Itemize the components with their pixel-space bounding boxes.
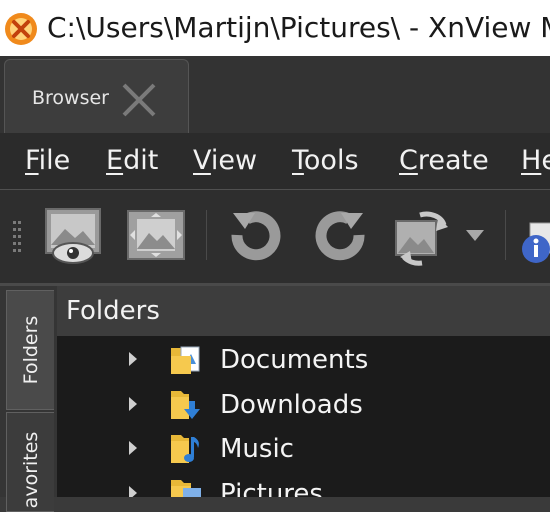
menu-edit[interactable]: Edit bbox=[106, 145, 158, 176]
chevron-down-icon[interactable] bbox=[458, 205, 492, 267]
menu-mnemonic: E bbox=[106, 145, 124, 176]
expand-arrow-icon[interactable] bbox=[127, 484, 139, 497]
close-icon[interactable] bbox=[119, 80, 159, 120]
menu-create[interactable]: Create bbox=[399, 145, 489, 176]
folders-panel-header: Folders bbox=[57, 286, 550, 336]
tab-browser[interactable]: Browser bbox=[4, 59, 189, 133]
expand-arrow-icon[interactable] bbox=[127, 439, 139, 457]
toolbar-grip-icon[interactable] bbox=[12, 220, 22, 256]
menu-label: iew bbox=[210, 145, 258, 176]
menu-label: ools bbox=[303, 145, 359, 176]
side-tab-bar: Folders avorites bbox=[0, 286, 57, 512]
convert-icon[interactable] bbox=[390, 205, 452, 267]
tree-item-label: Downloads bbox=[220, 390, 363, 420]
documents-folder-icon bbox=[171, 346, 200, 374]
tree-item-label: Music bbox=[220, 434, 294, 464]
tree-item-label: Pictures bbox=[220, 479, 323, 497]
folder-tree[interactable]: Documents Downloads Music Pictures bbox=[57, 336, 550, 497]
tab-strip: Browser bbox=[0, 56, 550, 133]
fullscreen-icon[interactable] bbox=[125, 205, 187, 267]
menu-tools[interactable]: Tools bbox=[292, 145, 359, 176]
tree-item-music[interactable]: Music bbox=[57, 427, 550, 471]
menu-mnemonic: H bbox=[521, 145, 542, 176]
side-tab-favorites[interactable]: avorites bbox=[6, 412, 54, 512]
rotate-left-icon[interactable] bbox=[225, 205, 287, 267]
music-folder-icon bbox=[171, 435, 199, 463]
menu-view[interactable]: View bbox=[193, 145, 257, 176]
rotate-right-icon[interactable] bbox=[309, 205, 371, 267]
tab-label: Browser bbox=[32, 87, 109, 109]
title-bar: C:\Users\Martijn\Pictures\ - XnView M bbox=[0, 0, 550, 56]
window-title: C:\Users\Martijn\Pictures\ - XnView M bbox=[47, 11, 550, 44]
toolbar-separator bbox=[505, 210, 506, 260]
menu-label: ile bbox=[38, 145, 71, 176]
view-image-icon[interactable] bbox=[43, 205, 105, 267]
expand-arrow-icon[interactable] bbox=[127, 395, 139, 413]
menu-mnemonic: T bbox=[292, 145, 304, 176]
info-icon[interactable] bbox=[516, 205, 550, 267]
downloads-folder-icon bbox=[171, 391, 200, 419]
xnview-logo-icon bbox=[5, 13, 37, 45]
menu-label: e bbox=[541, 145, 550, 176]
side-tab-folders[interactable]: Folders bbox=[6, 290, 54, 410]
menu-label: dit bbox=[123, 145, 159, 176]
menu-mnemonic: C bbox=[399, 145, 418, 176]
panel-title: Folders bbox=[66, 296, 160, 326]
toolbar bbox=[0, 190, 550, 284]
menu-mnemonic: V bbox=[193, 145, 211, 176]
tree-item-downloads[interactable]: Downloads bbox=[57, 383, 550, 427]
menu-help[interactable]: He bbox=[521, 145, 550, 176]
tree-item-label: Documents bbox=[220, 345, 369, 375]
menu-file[interactable]: File bbox=[25, 145, 70, 176]
menu-label: reate bbox=[417, 145, 489, 176]
toolbar-separator bbox=[206, 210, 207, 260]
menu-mnemonic: F bbox=[25, 145, 39, 176]
tree-item-documents[interactable]: Documents bbox=[57, 338, 550, 382]
side-tab-label: Folders bbox=[19, 315, 42, 385]
tree-item-pictures[interactable]: Pictures bbox=[57, 472, 550, 497]
pictures-folder-icon bbox=[171, 480, 201, 497]
menu-bar: File Edit View Tools Create He bbox=[0, 133, 550, 190]
expand-arrow-icon[interactable] bbox=[127, 350, 139, 368]
